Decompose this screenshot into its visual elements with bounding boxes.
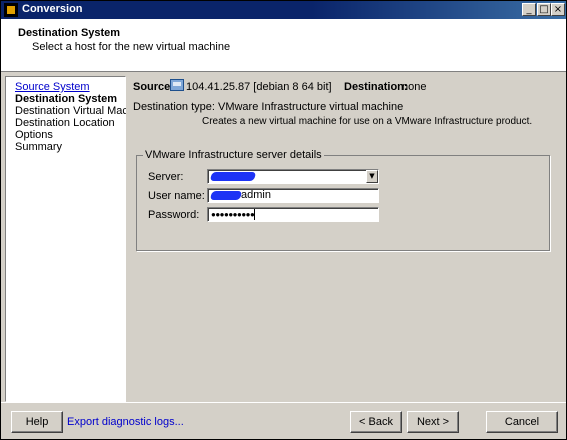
wizard-header: Destination System Select a host for the… (1, 19, 566, 72)
destination-type-description: Creates a new virtual machine for use on… (202, 116, 533, 127)
conversion-window: Conversion _ □ × Destination System Sele… (0, 0, 567, 440)
source-label: Source: (133, 81, 174, 93)
username-field[interactable]: admin (207, 188, 379, 203)
cancel-button[interactable]: Cancel (486, 411, 558, 433)
step-destination-location: Destination Location (15, 117, 115, 129)
next-button[interactable]: Next > (407, 411, 459, 433)
username-value: admin (241, 189, 271, 201)
username-label: User name: (148, 190, 205, 202)
minimize-button[interactable]: _ (522, 3, 536, 16)
back-button[interactable]: < Back (350, 411, 402, 433)
app-icon (4, 3, 18, 17)
title-bar: Conversion _ □ × (1, 1, 566, 19)
button-bar: Help Export diagnostic logs... < Back Ne… (1, 402, 566, 440)
step-source-system[interactable]: Source System (15, 81, 90, 93)
maximize-button[interactable]: □ (537, 3, 551, 16)
window-title: Conversion (22, 3, 83, 15)
group-title: VMware Infrastructure server details (143, 149, 324, 161)
chevron-down-icon[interactable]: ▼ (366, 170, 378, 183)
step-destination-system: Destination System (15, 93, 118, 105)
server-label: Server: (148, 171, 184, 183)
server-icon (170, 79, 184, 91)
close-button[interactable]: × (551, 3, 565, 16)
step-options: Options (15, 129, 53, 141)
redaction-mark (209, 190, 243, 200)
page-subtitle: Select a host for the new virtual machin… (32, 41, 231, 53)
source-value: 104.41.25.87 [debian 8 64 bit] (186, 81, 332, 93)
destination-value: none (402, 81, 427, 93)
server-details-group: VMware Infrastructure server details Ser… (136, 149, 550, 251)
password-label: Password: (148, 209, 200, 221)
destination-type: Destination type: VMware Infrastructure … (133, 101, 404, 113)
redaction-mark (209, 171, 257, 181)
help-button[interactable]: Help (11, 411, 63, 433)
destination-label: Destination: (344, 81, 408, 93)
page-title: Destination System (18, 27, 121, 39)
export-diagnostic-logs-link[interactable]: Export diagnostic logs... (67, 416, 184, 428)
wizard-steps-sidebar: Source System Destination System Destina… (5, 76, 149, 402)
password-field[interactable]: ●●●●●●●●●● (207, 207, 379, 222)
main-panel: Source: 104.41.25.87 [debian 8 64 bit] D… (126, 76, 563, 400)
server-dropdown[interactable]: ▼ (207, 169, 379, 184)
step-summary: Summary (15, 141, 63, 153)
password-value: ●●●●●●●●●● (211, 210, 255, 219)
